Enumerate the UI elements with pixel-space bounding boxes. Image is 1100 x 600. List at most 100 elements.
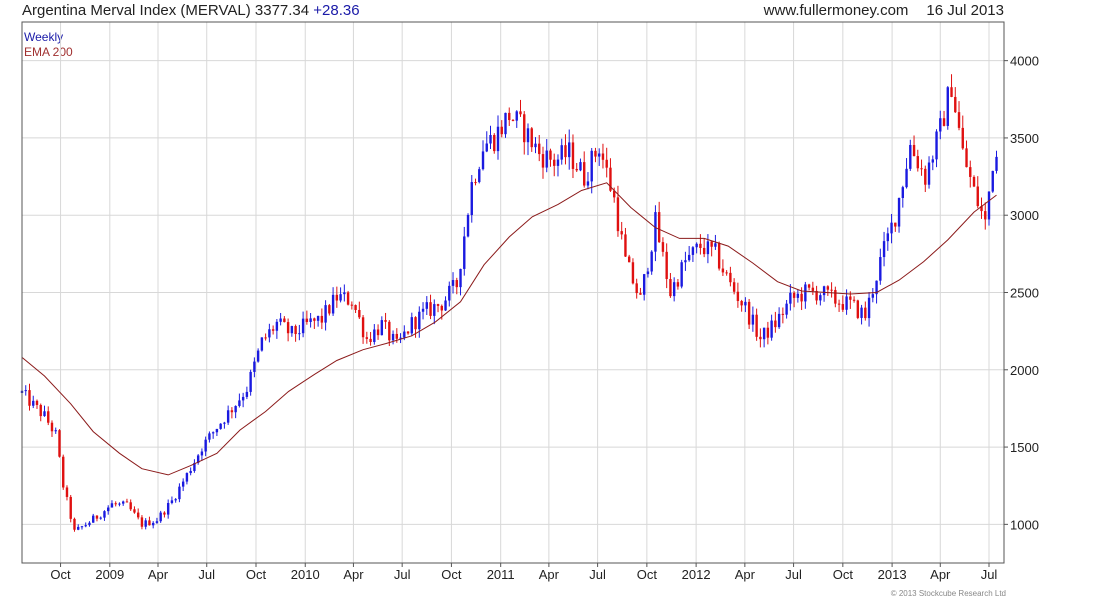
candle-down [35,400,39,405]
candle-down [305,318,309,322]
candle-down [736,291,740,302]
candle-down [957,112,961,128]
candle-up [24,390,27,392]
candle-up [478,169,481,183]
candles-weekly [20,74,998,532]
candle-up [882,241,886,258]
candle-up [879,257,882,281]
candle-up [714,243,717,247]
candle-up [804,284,807,302]
x-tick-label: Oct [50,567,71,582]
candle-up [43,411,46,417]
candle-up [421,308,425,312]
candle-down [984,211,987,220]
candle-down [73,518,76,530]
candle-up [691,247,695,255]
candle-down [493,134,496,152]
candle-up [598,153,601,157]
candle-up [568,142,571,158]
candle-up [410,317,414,334]
candle-up [290,326,294,334]
candle-down [942,118,946,126]
candle-down [436,304,440,306]
candle-down [474,182,477,184]
candle-down [717,243,721,269]
x-tick-label: Apr [735,567,756,582]
candle-up [672,282,676,297]
x-tick-label: Apr [343,567,364,582]
candle-up [331,294,335,314]
candle-down [500,126,503,135]
y-tick-label: 2000 [1010,363,1039,378]
candle-down [916,156,919,169]
candle-up [301,318,305,334]
candle-up [642,274,646,295]
candle-up [373,329,376,343]
candle-down [523,114,526,143]
candle-up [897,198,901,227]
candle-up [189,470,192,474]
candle-up [181,481,185,487]
candle-up [54,430,57,432]
candle-up [204,439,207,452]
candle-up [534,143,537,148]
candle-down [264,337,267,339]
candle-up [785,303,788,315]
x-tick-label: Apr [930,567,951,582]
candle-up [418,311,421,330]
candle-up [560,145,563,160]
x-tick-label: 2012 [682,567,711,582]
candle-up [463,236,466,269]
candle-up [268,329,271,338]
candle-up [178,486,181,500]
candle-down [661,242,665,252]
candle-down [834,289,837,304]
candle-down [564,145,567,158]
chart-grid [22,22,1004,563]
candle-down [624,234,627,257]
candle-down [740,301,743,306]
candle-up [706,241,710,255]
candle-up [151,522,155,526]
merval-chart: 1000 1500 2000 2500 3000 3500 4000 Oct 2009 Apr J… [20,21,1039,582]
candle-up [324,305,327,323]
candle-down [294,326,297,335]
candle-down [575,168,578,171]
candle-down [631,262,635,284]
candle-down [328,305,331,314]
candle-up [144,520,147,527]
candle-up [927,162,931,185]
candle-down [508,112,511,121]
candle-down [620,231,623,235]
candle-up [215,428,219,433]
candle-down [976,186,979,207]
candle-down [830,289,833,291]
candle-up [819,295,822,301]
candle-down [601,153,605,160]
candle-up [860,307,863,318]
candle-up [260,337,264,351]
candle-up [316,315,320,321]
candle-down [369,338,372,343]
x-tick-label: Apr [148,567,169,582]
candle-down [283,318,286,323]
candle-up [579,162,582,171]
candle-down [864,307,867,319]
candle-down [414,317,417,330]
candle-down [455,280,458,288]
candle-up [515,111,518,121]
x-tick-label: Jul [785,567,802,582]
candle-down [384,320,387,322]
candle-down [665,251,668,280]
candle-up [279,318,282,322]
candle-up [185,473,189,482]
candle-down [841,304,845,310]
candle-down [747,301,751,325]
candle-up [200,451,204,456]
candle-down [766,327,770,338]
candle-up [433,304,436,316]
candle-down [729,272,732,283]
candle-up [987,191,991,220]
candle-up [223,422,226,424]
candle-up [99,517,102,519]
